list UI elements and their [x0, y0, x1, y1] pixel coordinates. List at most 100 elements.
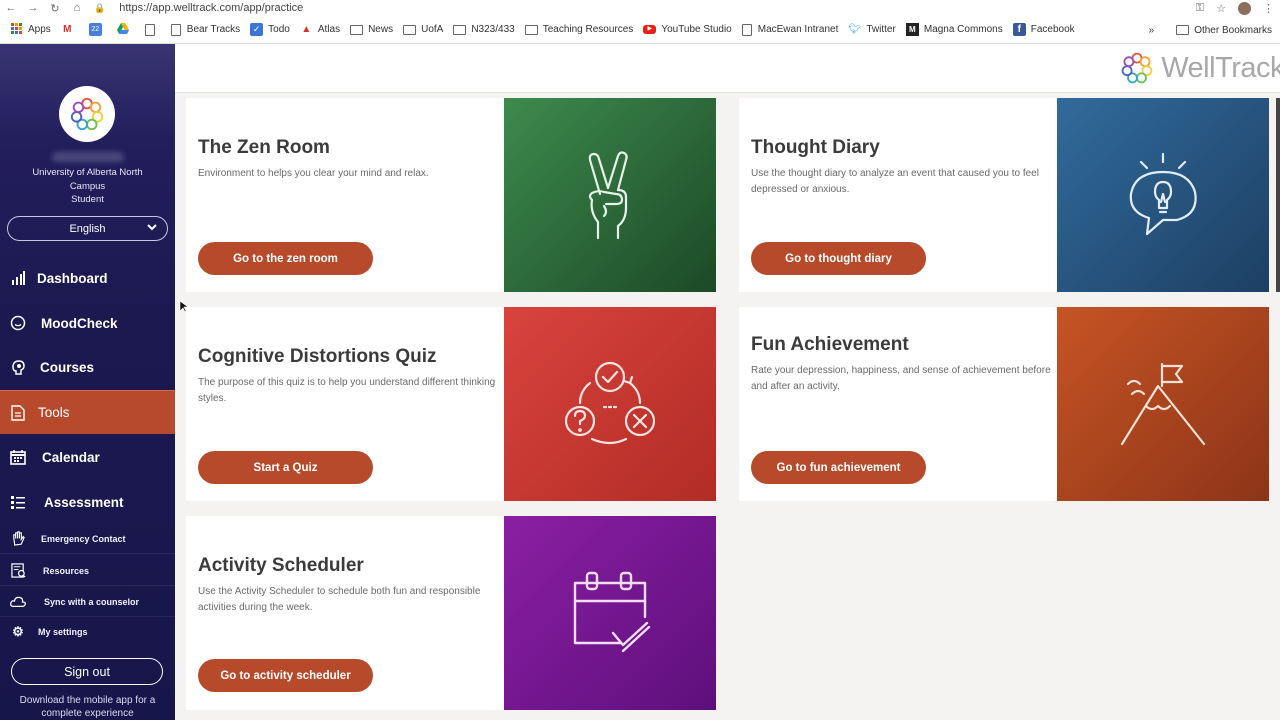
go-to-thought-diary-button[interactable]: Go to thought diary: [751, 242, 926, 275]
browser-address-bar: ← → ↻ ⌂ 🔒 https://app.welltrack.com/app/…: [0, 0, 1280, 16]
sub-resources[interactable]: Resources: [0, 556, 175, 586]
bookmark-magna-commons[interactable]: M Magna Commons: [905, 23, 1003, 36]
bookmark-uofa[interactable]: UofA: [403, 24, 443, 35]
checklist-icon: [10, 494, 26, 510]
bookmark-teaching-resources[interactable]: Teaching Resources: [524, 24, 633, 35]
brand-logo: WellTrack: [1119, 48, 1280, 88]
card-description: Rate your depression, happiness, and sen…: [751, 365, 1051, 392]
bookmark-gmail[interactable]: M: [61, 23, 79, 36]
hand-icon: [10, 531, 26, 547]
folder-icon: [1176, 25, 1190, 35]
nav-moodcheck[interactable]: MoodCheck: [0, 301, 175, 345]
more-bookmarks-icon[interactable]: »: [1149, 25, 1155, 36]
nav-dashboard[interactable]: Dashboard: [0, 256, 175, 300]
card-description: Environment to helps you clear your mind…: [198, 168, 429, 179]
go-to-activity-scheduler-button[interactable]: Go to activity scheduler: [198, 659, 373, 692]
home-icon[interactable]: ⌂: [66, 2, 88, 14]
card-image: [1057, 307, 1269, 501]
nav-courses[interactable]: Courses: [0, 345, 175, 389]
bookmark-youtube-studio[interactable]: ▶ YouTube Studio: [643, 24, 732, 35]
user-info: University of Alberta North Campus Stude…: [10, 166, 165, 207]
bookmark-twitter[interactable]: 🐦︎ Twitter: [848, 23, 896, 36]
url-field[interactable]: https://app.welltrack.com/app/practice: [119, 2, 303, 14]
bookmark-apps[interactable]: Apps: [10, 23, 51, 36]
bookmark-macewan-intranet[interactable]: MacEwan Intranet: [741, 23, 838, 36]
sub-label: My settings: [38, 627, 88, 637]
tool-card-fun-achievement: Fun Achievement Rate your depression, ha…: [739, 307, 1269, 501]
gmail-icon: M: [63, 24, 72, 35]
card-title: Thought Diary: [751, 137, 880, 158]
peace-hand-icon: [588, 151, 628, 240]
reload-icon[interactable]: ↻: [44, 2, 66, 15]
calendar-check-icon: [573, 571, 651, 653]
sidebar: University of Alberta North Campus Stude…: [0, 44, 175, 720]
nav-label: MoodCheck: [41, 315, 118, 331]
sub-label: Sync with a counselor: [44, 596, 140, 607]
sub-label: Emergency Contact: [41, 533, 126, 544]
gear-icon: ⚙: [12, 624, 24, 639]
user-name-redacted: [52, 152, 124, 162]
nav-assessment[interactable]: Assessment: [0, 480, 175, 524]
card-image: [504, 307, 716, 501]
atlas-icon: ▲: [301, 24, 312, 35]
bookmark-atlas[interactable]: ▲ Atlas: [300, 23, 340, 36]
sub-emergency-contact[interactable]: Emergency Contact: [0, 524, 175, 554]
bookmarks-bar: Apps M 22 Bear Tracks ✓ Todo ▲ Atlas News …: [0, 16, 1280, 44]
document-icon: [10, 404, 26, 421]
forward-icon[interactable]: →: [22, 2, 44, 14]
sign-out-button[interactable]: Sign out: [11, 658, 163, 685]
key-icon[interactable]: ⚿: [1196, 2, 1204, 15]
profile-avatar[interactable]: [1238, 1, 1251, 15]
nav-label: Dashboard: [37, 270, 108, 286]
language-value: English: [69, 222, 106, 235]
bookmark-facebook[interactable]: f Facebook: [1012, 23, 1075, 36]
folder-icon: [350, 24, 364, 35]
bookmark-bear-tracks[interactable]: Bear Tracks: [170, 23, 240, 36]
youtube-icon: ▶: [643, 25, 657, 34]
tool-card-activity-scheduler: Activity Scheduler Use the Activity Sche…: [186, 516, 716, 710]
lightbulb-speech-icon: [1129, 152, 1197, 236]
welltrack-logo: [59, 86, 115, 142]
apps-grid-icon: [10, 23, 23, 36]
nav-calendar[interactable]: Calendar: [0, 435, 175, 479]
page-icon: [170, 23, 181, 36]
sub-my-settings[interactable]: ⚙ My settings: [0, 617, 175, 647]
card-description: Use the Activity Scheduler to schedule b…: [198, 586, 481, 613]
back-icon[interactable]: ←: [0, 2, 22, 14]
page-icon: [144, 23, 155, 36]
smiley-icon: [10, 315, 26, 331]
bookmark-other[interactable]: Other Bookmarks: [1176, 25, 1272, 36]
bookmark-n323[interactable]: N323/433: [453, 24, 515, 35]
bookmark-news[interactable]: News: [350, 24, 393, 35]
nav-tools[interactable]: Tools: [0, 390, 175, 434]
card-title: The Zen Room: [198, 137, 330, 158]
bookmark-drive[interactable]: [117, 23, 135, 36]
browser-actions: ⚿ ☆ ⋮: [1196, 0, 1274, 16]
flower-logo-icon: [1121, 52, 1153, 84]
sub-sync-counselor[interactable]: Sync with a counselor: [0, 587, 175, 617]
start-quiz-button[interactable]: Start a Quiz: [198, 451, 373, 484]
bookmark-todo[interactable]: ✓ Todo: [250, 23, 290, 36]
flower-logo-icon: [70, 97, 104, 131]
star-icon[interactable]: ☆: [1216, 2, 1226, 15]
card-image: [504, 98, 716, 292]
page-icon: [741, 23, 752, 36]
bookmark-page[interactable]: [144, 23, 161, 36]
bookmark-calendar[interactable]: 22: [88, 23, 107, 36]
university-name: University of Alberta North Campus: [32, 167, 143, 192]
bookmarks-overflow: » Other Bookmarks: [1149, 16, 1272, 44]
cloud-icon: [10, 594, 26, 610]
user-role: Student: [71, 194, 104, 205]
menu-icon[interactable]: ⋮: [1263, 2, 1274, 15]
go-to-fun-achievement-button[interactable]: Go to fun achievement: [751, 451, 926, 484]
folder-icon: [453, 24, 467, 35]
card-image: [1057, 98, 1269, 292]
card-title: Cognitive Distortions Quiz: [198, 346, 437, 367]
nav-label: Calendar: [42, 449, 100, 465]
card-description: The purpose of this quiz is to help you …: [198, 377, 496, 404]
language-select[interactable]: English: [7, 216, 168, 241]
resources-icon: [10, 563, 26, 579]
mountain-flag-icon: [1120, 362, 1206, 446]
go-to-zen-room-button[interactable]: Go to the zen room: [198, 242, 373, 275]
top-header: WellTrack: [175, 44, 1280, 93]
